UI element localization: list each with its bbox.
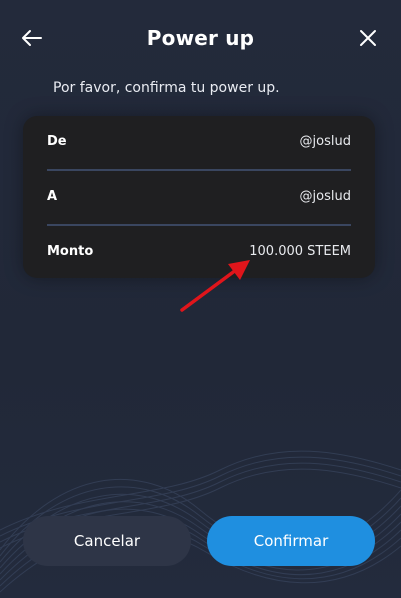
detail-row-from: De @joslud [47,134,351,154]
header: Power up [0,0,401,78]
detail-value: @joslud [299,134,351,149]
detail-label: A [47,189,58,204]
divider [47,169,351,171]
power-up-dialog: Power up Por favor, confirma tu power up… [0,0,401,598]
cancel-button[interactable]: Cancelar [23,516,191,566]
wave-background-decoration [0,450,401,593]
annotation-arrow-icon [180,260,250,312]
detail-row-to: A @joslud [47,189,351,209]
detail-value: 100.000 STEEM [249,244,351,259]
confirm-button[interactable]: Confirmar [207,516,375,566]
divider [47,224,351,226]
detail-label: Monto [47,244,94,259]
detail-label: De [47,134,67,149]
confirmation-prompt: Por favor, confirma tu power up. [53,80,280,96]
detail-value: @joslud [299,189,351,204]
close-icon [360,30,376,46]
page-title: Power up [146,26,255,50]
close-button[interactable] [354,24,382,52]
